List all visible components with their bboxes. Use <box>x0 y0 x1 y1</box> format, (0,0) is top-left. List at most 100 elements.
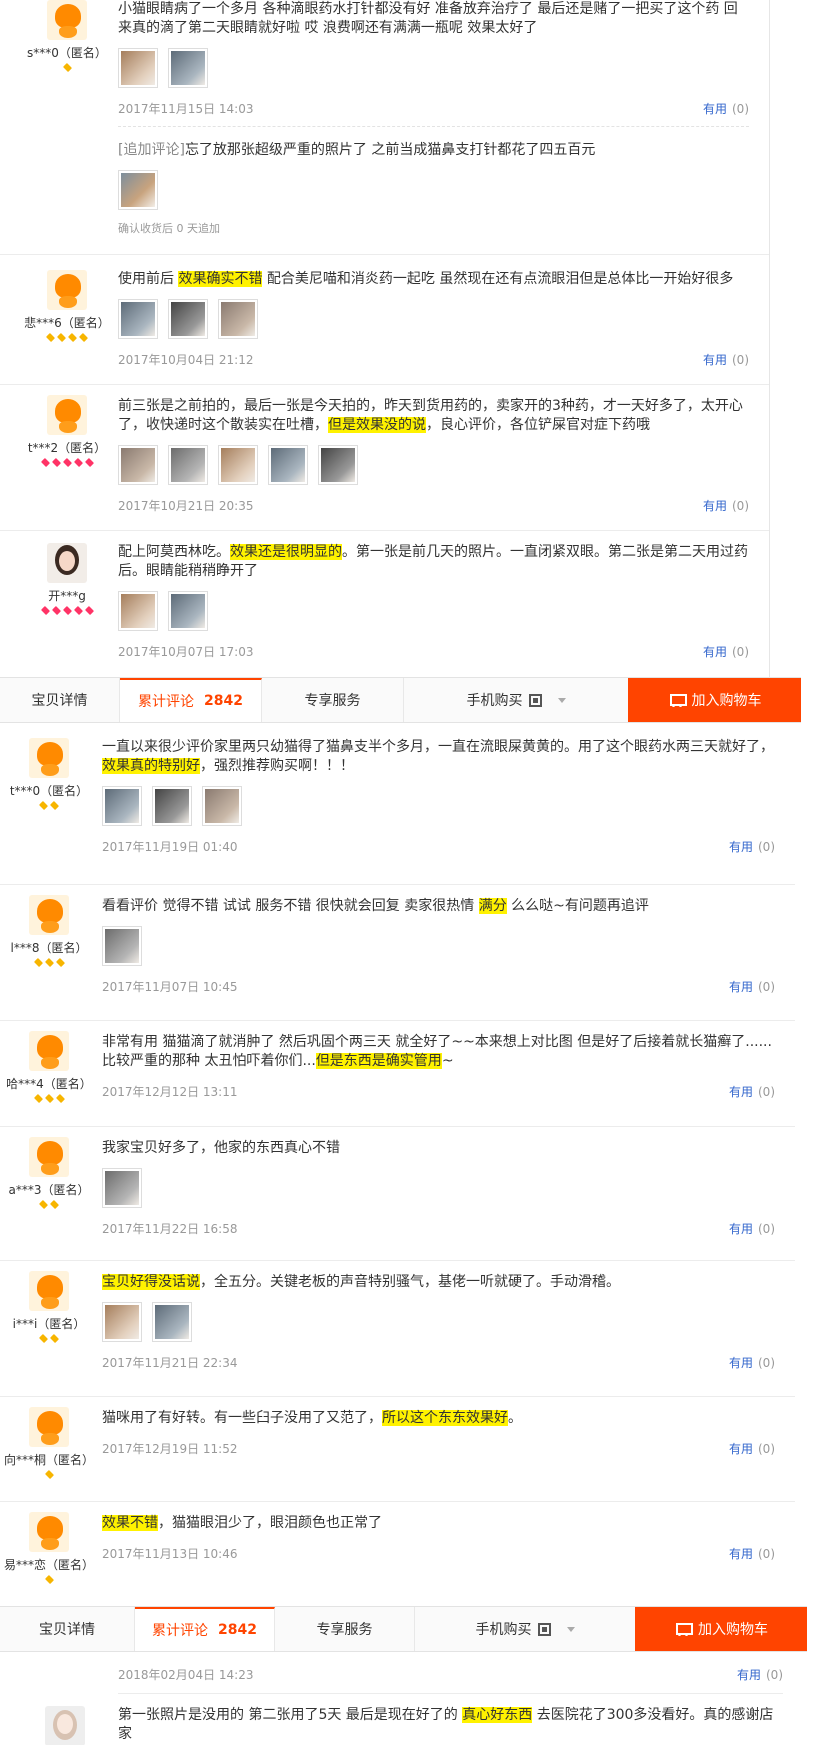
useful-label: 有用 <box>728 840 753 854</box>
followup-photos <box>118 170 749 210</box>
review-photo-thumbnail[interactable] <box>102 926 142 966</box>
review-photo-thumbnail[interactable] <box>118 48 158 88</box>
gold-diamond-icon <box>44 1093 54 1104</box>
useful-button[interactable]: 有用 (0) <box>737 1666 783 1683</box>
reviewer-name: 向***桐（匿名） <box>3 1453 94 1467</box>
useful-button[interactable]: 有用 (0) <box>703 497 749 514</box>
useful-count: (0) <box>732 499 749 513</box>
useful-label: 有用 <box>728 1222 753 1236</box>
highlighted-keyword: 效果真的特别好 <box>102 758 200 774</box>
review-photo-thumbnail[interactable] <box>202 786 242 826</box>
gold-diamond-icon <box>44 1469 54 1480</box>
orange-avatar <box>29 1031 69 1071</box>
useful-button[interactable]: 有用 (0) <box>729 978 775 995</box>
review-photo-thumbnail[interactable] <box>218 299 258 339</box>
review-item: 易***恋（匿名） 效果不错，猫猫眼泪少了，眼泪颜色也正常了 2017年11月1… <box>0 1502 795 1602</box>
review-text-segment: 我家宝贝好多了，他家的东西真心不错 <box>102 1140 340 1156</box>
useful-button[interactable]: 有用 (0) <box>729 1220 775 1237</box>
useful-button[interactable]: 有用 (0) <box>729 1083 775 1100</box>
red-diamond-icon <box>51 457 61 468</box>
tab-reviews[interactable]: 累计评论 2842 <box>135 1607 275 1651</box>
review-date: 2017年11月22日 16:58 <box>102 1222 238 1236</box>
useful-button[interactable]: 有用 (0) <box>729 1354 775 1371</box>
tab-exclusive-service[interactable]: 专享服务 <box>275 1607 415 1651</box>
orange-avatar <box>47 0 87 40</box>
reviewer-name: s***0（匿名） <box>27 46 107 60</box>
review-text: 我家宝贝好多了，他家的东西真心不错 <box>102 1139 775 1158</box>
review-photo-thumbnail[interactable] <box>102 786 142 826</box>
review-photo-thumbnail[interactable] <box>118 445 158 485</box>
reviewer-block: s***0（匿名） <box>12 0 122 73</box>
review-photo-thumbnail[interactable] <box>118 299 158 339</box>
reviewer-block: 易***恋（匿名） <box>0 1512 104 1585</box>
add-to-cart-button[interactable]: 加入购物车 <box>635 1607 807 1651</box>
review-photo-thumbnail[interactable] <box>268 445 308 485</box>
useful-count: (0) <box>758 980 775 994</box>
useful-label: 有用 <box>728 1442 753 1456</box>
review-photo-thumbnail[interactable] <box>118 170 158 210</box>
review-photos <box>102 786 775 826</box>
girl-avatar <box>47 543 87 583</box>
review-item: 向***桐（匿名） 猫咪用了有好转。有一些臼子没用了又范了，所以这个东东效果好。… <box>0 1397 795 1502</box>
review-photo-thumbnail[interactable] <box>168 591 208 631</box>
review-photo-thumbnail[interactable] <box>102 1302 142 1342</box>
useful-button[interactable]: 有用 (0) <box>703 100 749 117</box>
gold-diamond-icon <box>55 1093 65 1104</box>
mobile-buy-button[interactable]: 手机购买 <box>404 678 628 722</box>
reviewer-rank <box>0 1333 104 1344</box>
useful-count: (0) <box>732 645 749 659</box>
gold-diamond-icon <box>49 1333 60 1344</box>
tab-exclusive-service[interactable]: 专享服务 <box>262 678 404 722</box>
useful-label: 有用 <box>702 353 727 367</box>
review-text: 效果不错，猫猫眼泪少了，眼泪颜色也正常了 <box>102 1514 775 1533</box>
review-date: 2017年10月21日 20:35 <box>118 499 254 513</box>
mobile-buy-button[interactable]: 手机购买 <box>415 1607 635 1651</box>
orange-avatar <box>29 1407 69 1447</box>
reviewer-rank <box>0 957 104 968</box>
review-photo-thumbnail[interactable] <box>102 1168 142 1208</box>
review-date: 2017年11月15日 14:03 <box>118 102 254 116</box>
review-text: 一直以来很少评价家里两只幼猫得了猫鼻支半个多月，一直在流眼屎黄黄的。用了这个眼药… <box>102 738 775 776</box>
reviewer-rank <box>0 1199 104 1210</box>
useful-count: (0) <box>758 1442 775 1456</box>
useful-label: 有用 <box>728 980 753 994</box>
gold-diamond-icon <box>44 1574 54 1585</box>
tab-reviews[interactable]: 累计评论 2842 <box>120 678 262 722</box>
review-item: 第一张照片是没用的 第二张用了5天 最后是现在好了的 真心好东西 去医院花了30… <box>0 1702 813 1745</box>
review-text-segment: 小猫眼睛病了一个多月 各种滴眼药水打针都没有好 准备放弃治疗了 最后还是赌了一把… <box>118 1 738 36</box>
reviewer-name: 易***恋（匿名） <box>3 1558 94 1572</box>
useful-button[interactable]: 有用 (0) <box>703 351 749 368</box>
review-photos <box>118 299 749 339</box>
highlighted-keyword: 宝贝好得没话说 <box>102 1274 200 1290</box>
reviews-panel-top: s***0（匿名） 小猫眼睛病了一个多月 各种滴眼药水打针都没有好 准备放弃治疗… <box>0 0 770 677</box>
review-photo-thumbnail[interactable] <box>152 1302 192 1342</box>
reviewer-rank <box>12 62 122 73</box>
review-photo-thumbnail[interactable] <box>168 48 208 88</box>
review-photo-thumbnail[interactable] <box>318 445 358 485</box>
orange-avatar <box>29 895 69 935</box>
review-item: 开***g 配上阿莫西林吃。效果还是很明显的。第一张是前几天的照片。一直闭紧双眼… <box>0 531 769 677</box>
reviewer-rank <box>0 1469 104 1480</box>
useful-button[interactable]: 有用 (0) <box>729 838 775 855</box>
review-item: a***3（匿名） 我家宝贝好多了，他家的东西真心不错 2017年11月22日 … <box>0 1127 795 1261</box>
review-text-segment: 配上阿莫西林吃。 <box>118 544 230 560</box>
useful-label: 有用 <box>728 1356 753 1370</box>
useful-button[interactable]: 有用 (0) <box>703 643 749 660</box>
review-photo-thumbnail[interactable] <box>152 786 192 826</box>
review-photo-thumbnail[interactable] <box>168 299 208 339</box>
useful-count: (0) <box>732 353 749 367</box>
gold-diamond-icon <box>49 1199 60 1210</box>
review-text: 使用前后 效果确实不错 配合美尼喵和消炎药一起吃 虽然现在还有点流眼泪但是总体比… <box>118 270 749 289</box>
gold-diamond-icon <box>33 1093 43 1104</box>
red-diamond-icon <box>62 457 72 468</box>
useful-button[interactable]: 有用 (0) <box>729 1440 775 1457</box>
review-photo-thumbnail[interactable] <box>218 445 258 485</box>
useful-button[interactable]: 有用 (0) <box>729 1545 775 1562</box>
add-to-cart-button[interactable]: 加入购物车 <box>628 678 801 722</box>
reviewer-name: t***0（匿名） <box>9 784 89 798</box>
review-photo-thumbnail[interactable] <box>168 445 208 485</box>
review-photo-thumbnail[interactable] <box>118 591 158 631</box>
tab-product-details[interactable]: 宝贝详情 <box>0 1607 135 1651</box>
reviewer-block: 向***桐（匿名） <box>0 1407 104 1480</box>
tab-product-details[interactable]: 宝贝详情 <box>0 678 120 722</box>
